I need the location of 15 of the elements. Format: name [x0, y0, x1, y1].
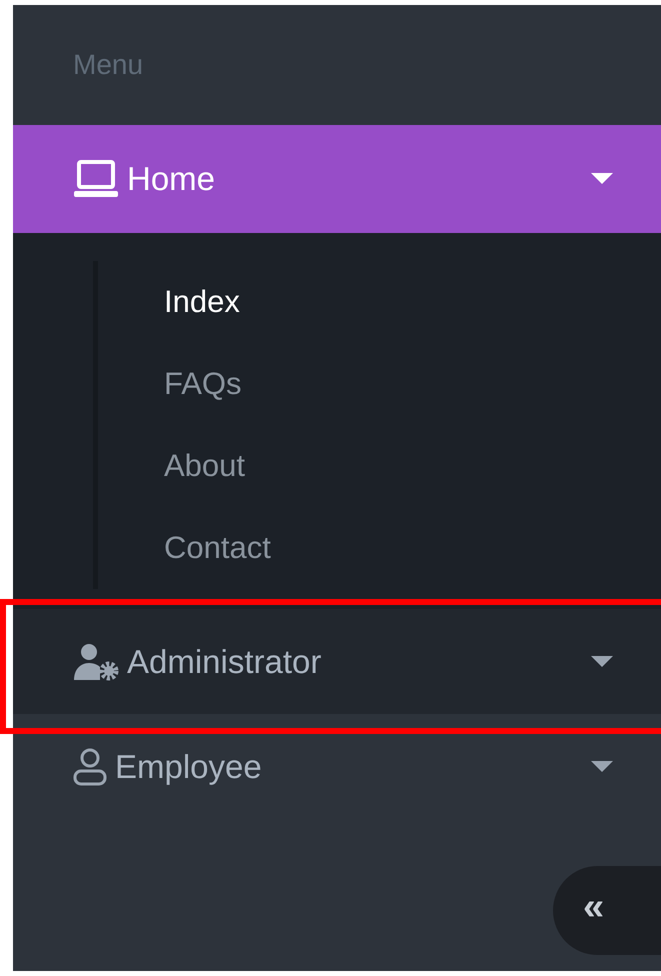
submenu-item[interactable]: Contact [98, 507, 271, 589]
menu-heading: Menu [73, 49, 144, 81]
laptop-icon [73, 160, 119, 198]
caret-icon [591, 173, 613, 185]
caret-icon [591, 656, 613, 668]
user-icon [73, 748, 107, 786]
menu-item[interactable]: Employee [13, 714, 661, 819]
submenu-item[interactable]: Index [98, 261, 240, 343]
submenu-item[interactable]: About [98, 425, 246, 507]
menu-item[interactable]: Administrator [13, 609, 661, 714]
submenu-item[interactable]: FAQs [98, 343, 242, 425]
menu-item[interactable]: Home [13, 125, 661, 233]
collapse-button[interactable]: « [553, 866, 661, 955]
user-gear-icon [73, 642, 119, 680]
caret-icon [591, 760, 613, 772]
